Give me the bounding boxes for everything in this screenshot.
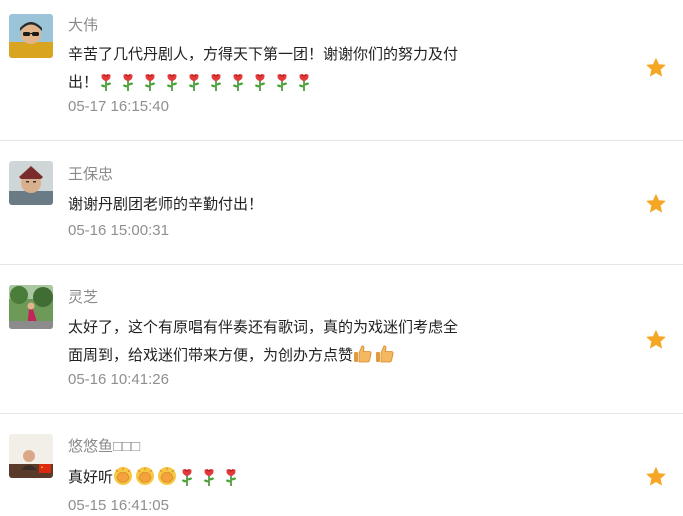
comment-text: 辛苦了几代丹剧人，方得天下第一团！谢谢你们的努力及付出！ <box>68 41 468 97</box>
rose-emoji-icon <box>98 71 114 91</box>
username[interactable]: 灵芝 <box>68 288 98 308</box>
avatar[interactable] <box>9 14 53 58</box>
avatar[interactable] <box>9 434 53 478</box>
username[interactable]: 悠悠鱼□□□ <box>68 437 140 457</box>
rose-emoji-icon <box>186 71 202 91</box>
comment-text: 谢谢丹剧团老师的辛勤付出！ <box>68 191 468 219</box>
rose-emoji-icon <box>296 71 312 91</box>
comment-text: 太好了，这个有原唱有伴奏还有歌词，真的为戏迷们考虑全面周到，给戏迷们带来方便，为… <box>68 314 468 370</box>
rose-emoji-icon <box>164 71 180 91</box>
rose-emoji-icon <box>223 466 239 486</box>
rose-emoji-icon <box>230 71 246 91</box>
applause-emoji-icon <box>113 466 133 486</box>
rose-emoji-icon <box>274 71 290 91</box>
avatar[interactable] <box>9 161 53 205</box>
applause-emoji-icon <box>157 466 177 486</box>
timestamp: 05-16 15:00:31 <box>68 222 169 239</box>
favorite-star-icon[interactable] <box>644 328 668 352</box>
comment-item: 悠悠鱼□□□ 真好听 05-15 16:41:05 <box>0 414 683 514</box>
rose-emoji-icon <box>252 71 268 91</box>
username[interactable]: 王保忠 <box>68 165 113 185</box>
rose-emoji-icon <box>179 466 195 486</box>
thumbs-up-emoji-icon <box>353 344 373 364</box>
rose-emoji-icon <box>120 71 136 91</box>
rose-emoji-icon <box>208 71 224 91</box>
favorite-star-icon[interactable] <box>644 56 668 80</box>
timestamp: 05-15 16:41:05 <box>68 497 169 514</box>
comment-item: 大伟 辛苦了几代丹剧人，方得天下第一团！谢谢你们的努力及付出！ 05-17 16… <box>0 0 683 141</box>
timestamp: 05-16 10:41:26 <box>68 371 169 388</box>
favorite-star-icon[interactable] <box>644 192 668 216</box>
avatar[interactable] <box>9 285 53 329</box>
comment-item: 王保忠 谢谢丹剧团老师的辛勤付出！ 05-16 15:00:31 <box>0 141 683 265</box>
thumbs-up-emoji-icon <box>375 344 395 364</box>
comment-list: 大伟 辛苦了几代丹剧人，方得天下第一团！谢谢你们的努力及付出！ 05-17 16… <box>0 0 683 514</box>
comment-text: 真好听 <box>68 464 468 492</box>
comment-text-body: 太好了，这个有原唱有伴奏还有歌词，真的为戏迷们考虑全面周到，给戏迷们带来方便，为… <box>68 319 459 364</box>
favorite-star-icon[interactable] <box>644 465 668 489</box>
comment-text-body: 谢谢丹剧团老师的辛勤付出！ <box>68 196 264 213</box>
rose-emoji-icon <box>201 466 217 486</box>
rose-emoji-icon <box>142 71 158 91</box>
applause-emoji-icon <box>135 466 155 486</box>
username[interactable]: 大伟 <box>68 16 98 36</box>
comment-text-body: 真好听 <box>68 469 114 486</box>
comment-item: 灵芝 太好了，这个有原唱有伴奏还有歌词，真的为戏迷们考虑全面周到，给戏迷们带来方… <box>0 265 683 414</box>
timestamp: 05-17 16:15:40 <box>68 98 169 115</box>
